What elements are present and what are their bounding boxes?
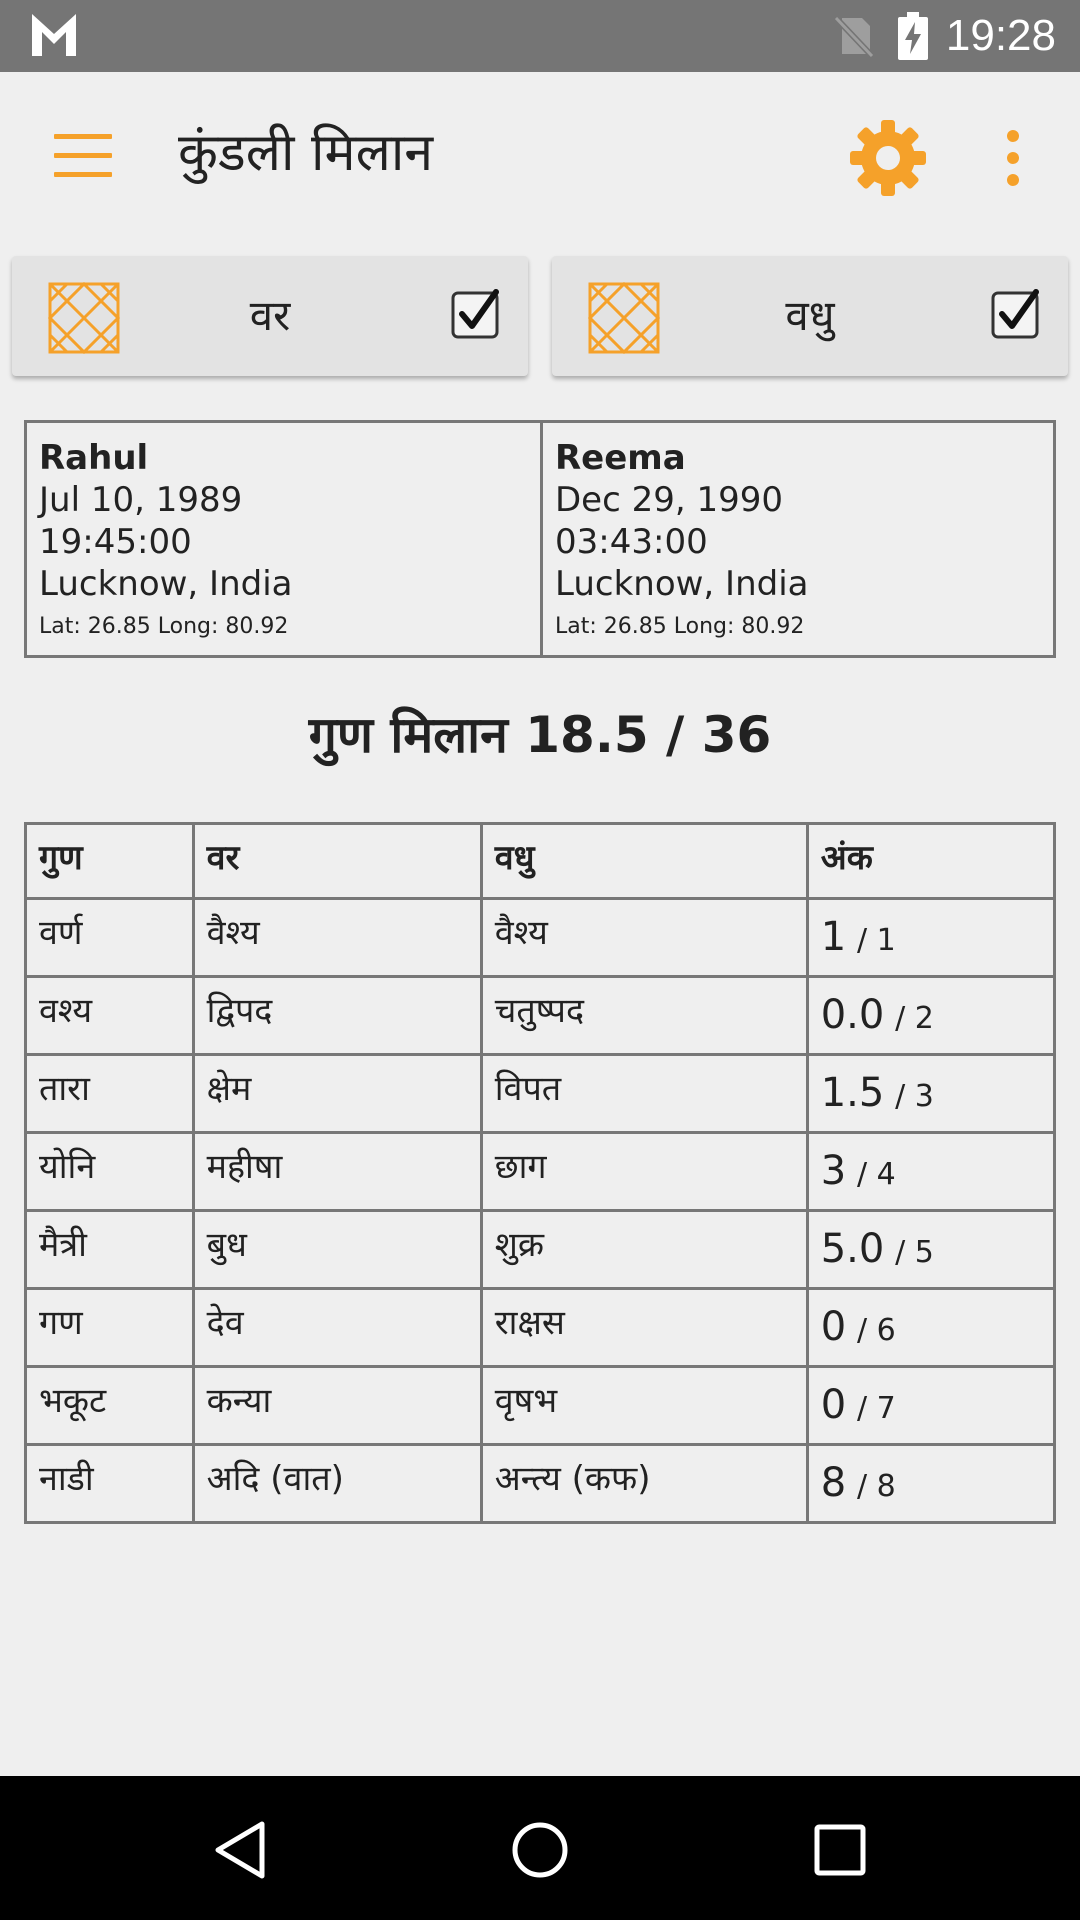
header-guna: गुण [24, 822, 195, 900]
back-icon[interactable] [212, 1820, 268, 1880]
groom-date: Jul 10, 1989 [39, 480, 243, 520]
score-value: 0 [820, 1382, 847, 1428]
guna-milan-total: गुण मिलान 18.5 / 36 [308, 706, 772, 764]
table-row: तारा क्षेम विपत 1.5 / 3 [24, 1053, 1057, 1134]
var-cell: द्विपद [191, 975, 483, 1056]
groom-details[interactable]: Rahul Jul 10, 1989 19:45:00 Lucknow, Ind… [27, 423, 540, 655]
score-value: 8 [820, 1460, 847, 1506]
table-row: वश्य द्विपद चतुष्पद 0.0 / 2 [24, 975, 1057, 1056]
bride-checkbox[interactable] [990, 288, 1042, 340]
score-cell: 3 / 4 [805, 1131, 1057, 1212]
var-cell: देव [191, 1287, 483, 1368]
recents-icon[interactable] [814, 1824, 866, 1876]
var-cell: क्षेम [191, 1053, 483, 1134]
battery-charging-icon [898, 12, 928, 60]
groom-time: 19:45:00 [39, 522, 192, 562]
score-max: / 8 [856, 1469, 896, 1504]
score-value: 1 [820, 914, 847, 960]
guna-cell: भकूट [24, 1365, 195, 1446]
groom-coords: Lat: 26.85 Long: 80.92 [39, 614, 289, 639]
bride-details[interactable]: Reema Dec 29, 1990 03:43:00 Lucknow, Ind… [540, 423, 1053, 655]
vadhu-cell: शुक्र [479, 1209, 809, 1290]
bride-place: Lucknow, India [555, 564, 809, 604]
groom-name: Rahul [39, 438, 149, 478]
guna-cell: तारा [24, 1053, 195, 1134]
vadhu-cell: वैश्य [479, 897, 809, 978]
vadhu-cell: छाग [479, 1131, 809, 1212]
score-max: / 4 [856, 1157, 896, 1192]
status-bar: 19:28 [0, 0, 1080, 72]
score-cell: 0 / 6 [805, 1287, 1057, 1368]
bride-time: 03:43:00 [555, 522, 708, 562]
more-vert-icon[interactable] [998, 130, 1028, 186]
groom-button[interactable]: वर [12, 256, 528, 376]
score-value: 5.0 [820, 1226, 885, 1272]
score-value: 1.5 [820, 1070, 885, 1116]
navigation-bar [0, 1776, 1080, 1920]
score-cell: 0 / 7 [805, 1365, 1057, 1446]
bride-button[interactable]: वधु [552, 256, 1068, 376]
groom-checkbox[interactable] [450, 288, 502, 340]
score-max: / 7 [856, 1391, 896, 1426]
no-sim-icon [833, 15, 875, 58]
header-var: वर [191, 822, 483, 900]
gear-icon[interactable] [850, 120, 926, 196]
table-row: योनि महीषा छाग 3 / 4 [24, 1131, 1057, 1212]
var-cell: महीषा [191, 1131, 483, 1212]
bride-coords: Lat: 26.85 Long: 80.92 [555, 614, 805, 639]
table-row: गण देव राक्षस 0 / 6 [24, 1287, 1057, 1368]
status-time: 19:28 [945, 11, 1056, 60]
guna-cell: वश्य [24, 975, 195, 1056]
gmail-icon [32, 14, 76, 56]
page-title: कुंडली मिलान [178, 123, 434, 183]
score-max: / 5 [895, 1235, 934, 1270]
score-value: 3 [820, 1148, 847, 1194]
score-value: 0.0 [820, 992, 885, 1038]
score-value: 0 [820, 1304, 847, 1350]
score-cell: 5.0 / 5 [805, 1209, 1057, 1290]
table-header-row: गुण वर वधु अंक [24, 822, 1057, 900]
groom-place: Lucknow, India [39, 564, 293, 604]
score-cell: 0.0 / 2 [805, 975, 1057, 1056]
score-max: / 3 [895, 1079, 934, 1114]
app-bar: कुंडली मिलान [0, 72, 1080, 240]
table-row: वर्ण वैश्य वैश्य 1 / 1 [24, 897, 1057, 978]
score-cell: 1.5 / 3 [805, 1053, 1057, 1134]
score-max: / 1 [856, 923, 896, 958]
bride-name: Reema [555, 438, 686, 478]
guna-cell: वर्ण [24, 897, 195, 978]
vadhu-cell: राक्षस [479, 1287, 809, 1368]
vadhu-cell: चतुष्पद [479, 975, 809, 1056]
guna-cell: मैत्री [24, 1209, 195, 1290]
guna-cell: गण [24, 1287, 195, 1368]
table-row: मैत्री बुध शुक्र 5.0 / 5 [24, 1209, 1057, 1290]
guna-cell: योनि [24, 1131, 195, 1212]
vadhu-cell: विपत [479, 1053, 809, 1134]
var-cell: बुध [191, 1209, 483, 1290]
score-cell: 1 / 1 [805, 897, 1057, 978]
score-cell: 8 / 8 [805, 1443, 1057, 1524]
score-max: / 6 [856, 1313, 896, 1348]
header-vadhu: वधु [479, 822, 809, 900]
birth-details-table: Rahul Jul 10, 1989 19:45:00 Lucknow, Ind… [24, 420, 1056, 658]
score-max: / 2 [895, 1001, 934, 1036]
var-cell: अदि (वात) [191, 1443, 483, 1524]
vadhu-cell: अन्त्य (कफ) [479, 1443, 809, 1524]
var-cell: वैश्य [191, 897, 483, 978]
guna-table: गुण वर वधु अंक वर्ण वैश्य वैश्य 1 / 1 वश… [24, 822, 1057, 1524]
guna-cell: नाडी [24, 1443, 195, 1524]
bride-date: Dec 29, 1990 [555, 480, 784, 520]
vadhu-cell: वृषभ [479, 1365, 809, 1446]
table-row: नाडी अदि (वात) अन्त्य (कफ) 8 / 8 [24, 1443, 1057, 1524]
var-cell: कन्या [191, 1365, 483, 1446]
table-row: भकूट कन्या वृषभ 0 / 7 [24, 1365, 1057, 1446]
hamburger-menu-icon[interactable] [54, 134, 112, 178]
header-score: अंक [805, 822, 1057, 900]
home-icon[interactable] [510, 1820, 570, 1880]
